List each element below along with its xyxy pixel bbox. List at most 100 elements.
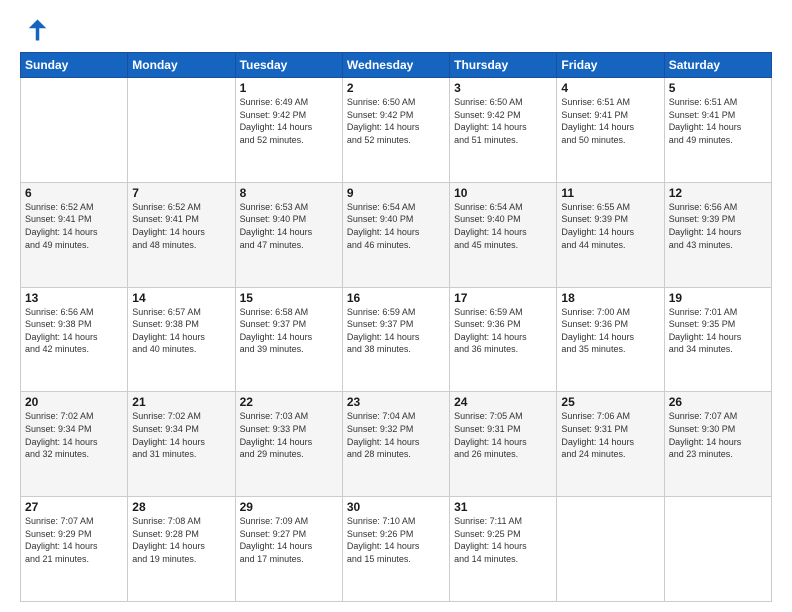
calendar-cell: 28Sunrise: 7:08 AM Sunset: 9:28 PM Dayli…	[128, 497, 235, 602]
day-info: Sunrise: 7:04 AM Sunset: 9:32 PM Dayligh…	[347, 410, 445, 460]
day-info: Sunrise: 6:50 AM Sunset: 9:42 PM Dayligh…	[454, 96, 552, 146]
day-info: Sunrise: 6:54 AM Sunset: 9:40 PM Dayligh…	[347, 201, 445, 251]
calendar-cell: 9Sunrise: 6:54 AM Sunset: 9:40 PM Daylig…	[342, 182, 449, 287]
calendar-cell: 13Sunrise: 6:56 AM Sunset: 9:38 PM Dayli…	[21, 287, 128, 392]
day-info: Sunrise: 7:00 AM Sunset: 9:36 PM Dayligh…	[561, 306, 659, 356]
calendar-cell: 8Sunrise: 6:53 AM Sunset: 9:40 PM Daylig…	[235, 182, 342, 287]
day-info: Sunrise: 7:11 AM Sunset: 9:25 PM Dayligh…	[454, 515, 552, 565]
calendar-cell: 1Sunrise: 6:49 AM Sunset: 9:42 PM Daylig…	[235, 78, 342, 183]
calendar-cell: 2Sunrise: 6:50 AM Sunset: 9:42 PM Daylig…	[342, 78, 449, 183]
day-number: 11	[561, 186, 659, 200]
calendar-cell: 29Sunrise: 7:09 AM Sunset: 9:27 PM Dayli…	[235, 497, 342, 602]
calendar-cell: 10Sunrise: 6:54 AM Sunset: 9:40 PM Dayli…	[450, 182, 557, 287]
calendar-cell: 24Sunrise: 7:05 AM Sunset: 9:31 PM Dayli…	[450, 392, 557, 497]
calendar-cell: 15Sunrise: 6:58 AM Sunset: 9:37 PM Dayli…	[235, 287, 342, 392]
day-number: 1	[240, 81, 338, 95]
day-info: Sunrise: 6:50 AM Sunset: 9:42 PM Dayligh…	[347, 96, 445, 146]
day-number: 8	[240, 186, 338, 200]
day-info: Sunrise: 7:02 AM Sunset: 9:34 PM Dayligh…	[25, 410, 123, 460]
calendar-cell: 30Sunrise: 7:10 AM Sunset: 9:26 PM Dayli…	[342, 497, 449, 602]
calendar-cell: 14Sunrise: 6:57 AM Sunset: 9:38 PM Dayli…	[128, 287, 235, 392]
day-info: Sunrise: 7:08 AM Sunset: 9:28 PM Dayligh…	[132, 515, 230, 565]
calendar-cell	[664, 497, 771, 602]
day-number: 4	[561, 81, 659, 95]
day-info: Sunrise: 6:49 AM Sunset: 9:42 PM Dayligh…	[240, 96, 338, 146]
day-info: Sunrise: 6:57 AM Sunset: 9:38 PM Dayligh…	[132, 306, 230, 356]
day-number: 16	[347, 291, 445, 305]
calendar-cell	[21, 78, 128, 183]
day-info: Sunrise: 6:54 AM Sunset: 9:40 PM Dayligh…	[454, 201, 552, 251]
calendar-cell: 16Sunrise: 6:59 AM Sunset: 9:37 PM Dayli…	[342, 287, 449, 392]
day-number: 29	[240, 500, 338, 514]
day-number: 23	[347, 395, 445, 409]
day-number: 7	[132, 186, 230, 200]
calendar-cell: 18Sunrise: 7:00 AM Sunset: 9:36 PM Dayli…	[557, 287, 664, 392]
calendar-cell: 12Sunrise: 6:56 AM Sunset: 9:39 PM Dayli…	[664, 182, 771, 287]
calendar-week-5: 27Sunrise: 7:07 AM Sunset: 9:29 PM Dayli…	[21, 497, 772, 602]
day-info: Sunrise: 6:59 AM Sunset: 9:37 PM Dayligh…	[347, 306, 445, 356]
logo	[20, 16, 52, 44]
header	[20, 16, 772, 44]
day-info: Sunrise: 6:59 AM Sunset: 9:36 PM Dayligh…	[454, 306, 552, 356]
day-info: Sunrise: 6:52 AM Sunset: 9:41 PM Dayligh…	[25, 201, 123, 251]
day-number: 28	[132, 500, 230, 514]
day-info: Sunrise: 7:03 AM Sunset: 9:33 PM Dayligh…	[240, 410, 338, 460]
day-info: Sunrise: 7:07 AM Sunset: 9:30 PM Dayligh…	[669, 410, 767, 460]
day-info: Sunrise: 7:02 AM Sunset: 9:34 PM Dayligh…	[132, 410, 230, 460]
calendar-cell: 20Sunrise: 7:02 AM Sunset: 9:34 PM Dayli…	[21, 392, 128, 497]
calendar-week-3: 13Sunrise: 6:56 AM Sunset: 9:38 PM Dayli…	[21, 287, 772, 392]
day-number: 14	[132, 291, 230, 305]
day-number: 9	[347, 186, 445, 200]
day-number: 21	[132, 395, 230, 409]
day-number: 5	[669, 81, 767, 95]
logo-icon	[20, 16, 48, 44]
calendar-cell: 3Sunrise: 6:50 AM Sunset: 9:42 PM Daylig…	[450, 78, 557, 183]
day-number: 3	[454, 81, 552, 95]
day-info: Sunrise: 6:51 AM Sunset: 9:41 PM Dayligh…	[561, 96, 659, 146]
day-number: 22	[240, 395, 338, 409]
calendar-week-2: 6Sunrise: 6:52 AM Sunset: 9:41 PM Daylig…	[21, 182, 772, 287]
day-number: 27	[25, 500, 123, 514]
calendar-cell	[557, 497, 664, 602]
day-info: Sunrise: 6:51 AM Sunset: 9:41 PM Dayligh…	[669, 96, 767, 146]
day-number: 13	[25, 291, 123, 305]
weekday-header-saturday: Saturday	[664, 53, 771, 78]
day-number: 12	[669, 186, 767, 200]
day-info: Sunrise: 7:07 AM Sunset: 9:29 PM Dayligh…	[25, 515, 123, 565]
calendar-cell: 19Sunrise: 7:01 AM Sunset: 9:35 PM Dayli…	[664, 287, 771, 392]
day-number: 10	[454, 186, 552, 200]
day-info: Sunrise: 7:05 AM Sunset: 9:31 PM Dayligh…	[454, 410, 552, 460]
calendar-cell: 4Sunrise: 6:51 AM Sunset: 9:41 PM Daylig…	[557, 78, 664, 183]
calendar-cell: 26Sunrise: 7:07 AM Sunset: 9:30 PM Dayli…	[664, 392, 771, 497]
day-number: 31	[454, 500, 552, 514]
calendar-cell: 21Sunrise: 7:02 AM Sunset: 9:34 PM Dayli…	[128, 392, 235, 497]
day-number: 20	[25, 395, 123, 409]
day-info: Sunrise: 7:01 AM Sunset: 9:35 PM Dayligh…	[669, 306, 767, 356]
weekday-header-monday: Monday	[128, 53, 235, 78]
weekday-header-tuesday: Tuesday	[235, 53, 342, 78]
calendar-week-4: 20Sunrise: 7:02 AM Sunset: 9:34 PM Dayli…	[21, 392, 772, 497]
day-number: 15	[240, 291, 338, 305]
calendar-week-1: 1Sunrise: 6:49 AM Sunset: 9:42 PM Daylig…	[21, 78, 772, 183]
day-number: 26	[669, 395, 767, 409]
weekday-header-row: SundayMondayTuesdayWednesdayThursdayFrid…	[21, 53, 772, 78]
calendar-cell	[128, 78, 235, 183]
day-info: Sunrise: 6:58 AM Sunset: 9:37 PM Dayligh…	[240, 306, 338, 356]
calendar-cell: 31Sunrise: 7:11 AM Sunset: 9:25 PM Dayli…	[450, 497, 557, 602]
weekday-header-wednesday: Wednesday	[342, 53, 449, 78]
weekday-header-thursday: Thursday	[450, 53, 557, 78]
day-info: Sunrise: 7:10 AM Sunset: 9:26 PM Dayligh…	[347, 515, 445, 565]
day-info: Sunrise: 6:53 AM Sunset: 9:40 PM Dayligh…	[240, 201, 338, 251]
calendar-cell: 27Sunrise: 7:07 AM Sunset: 9:29 PM Dayli…	[21, 497, 128, 602]
day-number: 24	[454, 395, 552, 409]
day-number: 30	[347, 500, 445, 514]
calendar-table: SundayMondayTuesdayWednesdayThursdayFrid…	[20, 52, 772, 602]
calendar-cell: 7Sunrise: 6:52 AM Sunset: 9:41 PM Daylig…	[128, 182, 235, 287]
calendar-cell: 23Sunrise: 7:04 AM Sunset: 9:32 PM Dayli…	[342, 392, 449, 497]
day-number: 17	[454, 291, 552, 305]
calendar-cell: 17Sunrise: 6:59 AM Sunset: 9:36 PM Dayli…	[450, 287, 557, 392]
day-info: Sunrise: 6:56 AM Sunset: 9:39 PM Dayligh…	[669, 201, 767, 251]
day-number: 25	[561, 395, 659, 409]
calendar-cell: 22Sunrise: 7:03 AM Sunset: 9:33 PM Dayli…	[235, 392, 342, 497]
day-info: Sunrise: 6:52 AM Sunset: 9:41 PM Dayligh…	[132, 201, 230, 251]
